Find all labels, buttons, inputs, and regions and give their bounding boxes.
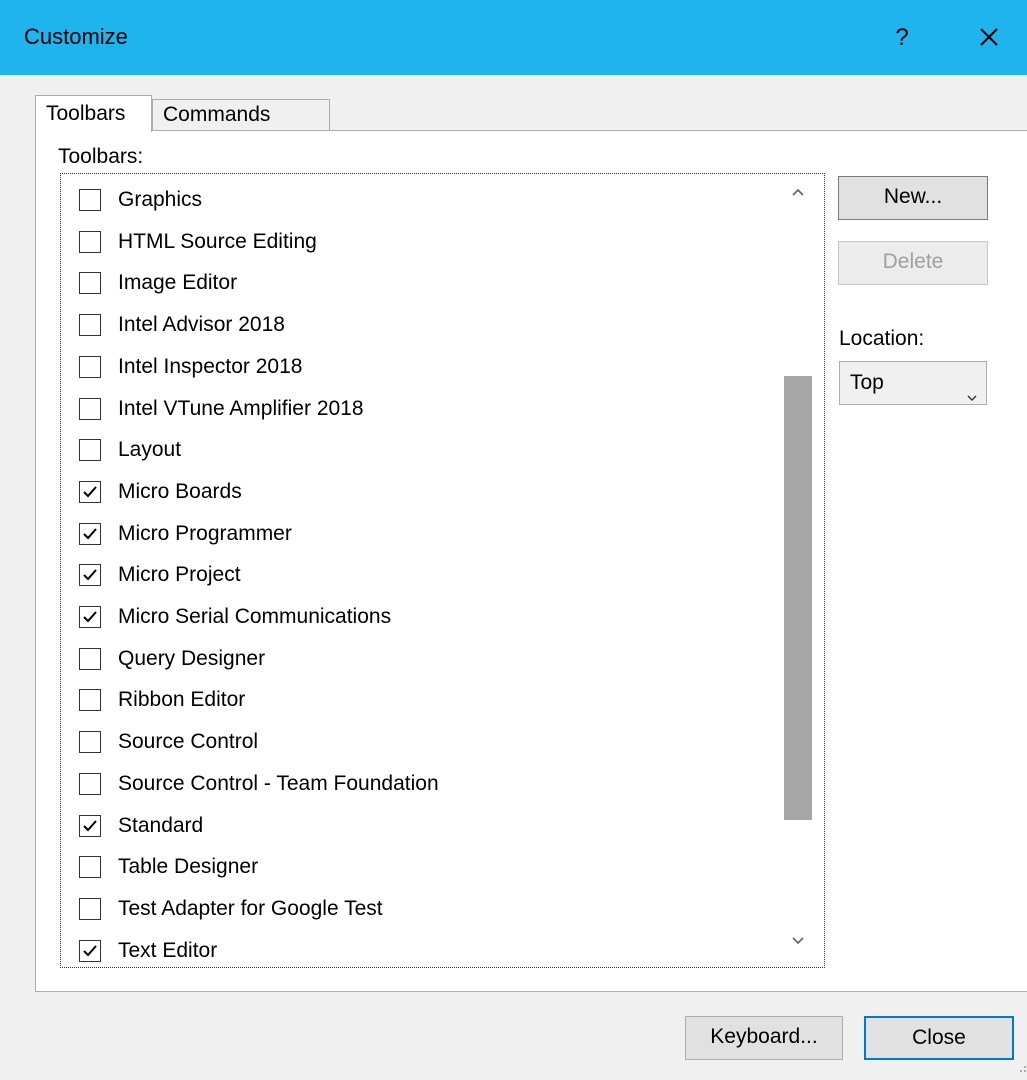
checkbox-unchecked[interactable] [79, 189, 101, 211]
checkbox-unchecked[interactable] [79, 731, 101, 754]
window-title: Customize [24, 24, 128, 49]
toolbars-list-label: Toolbars: [58, 145, 144, 168]
list-item[interactable]: Source Control [79, 721, 779, 763]
checkbox-unchecked[interactable] [79, 856, 101, 879]
delete-toolbar-button[interactable]: Delete [838, 241, 988, 285]
checkmark-icon [83, 611, 97, 623]
location-label: Location: [839, 327, 925, 350]
toolbars-listbox[interactable]: Graphics HTML Source Editing Image Editor I… [60, 173, 825, 968]
resize-grip-icon[interactable] [1017, 1062, 1027, 1080]
list-item[interactable]: Ribbon Editor [79, 679, 779, 721]
title-bar: Customize ? [0, 0, 1027, 75]
list-item[interactable]: Micro Boards [79, 471, 779, 513]
checkbox-checked[interactable] [79, 522, 101, 545]
checkbox-checked[interactable] [79, 606, 101, 628]
list-item[interactable]: Image Editor [79, 262, 779, 304]
list-item[interactable]: Test Adapter for Google Test [79, 888, 779, 930]
keyboard-button[interactable]: Keyboard... [685, 1016, 843, 1060]
list-item[interactable]: Table Designer [79, 846, 779, 888]
checkbox-checked[interactable] [79, 564, 101, 587]
new-toolbar-button[interactable]: New... [838, 176, 988, 220]
chevron-down-icon [966, 377, 978, 419]
scroll-down-arrow-icon[interactable] [780, 923, 816, 959]
help-button[interactable]: ? [880, 18, 924, 58]
checkbox-unchecked[interactable] [79, 689, 101, 712]
checkbox-unchecked[interactable] [79, 230, 101, 253]
checkmark-icon [83, 569, 97, 581]
list-item[interactable]: Intel Advisor 2018 [79, 304, 779, 346]
list-item-label: Graphics [118, 188, 203, 211]
scrollbar-thumb[interactable] [784, 376, 812, 820]
checkbox-unchecked[interactable] [79, 272, 101, 295]
list-item-label: Test Adapter for Google Test [118, 896, 383, 920]
list-item-label: Standard [118, 813, 204, 837]
list-item[interactable]: HTML Source Editing [79, 221, 779, 263]
checkbox-unchecked[interactable] [79, 647, 101, 670]
list-item-label: Intel Inspector 2018 [118, 354, 303, 378]
checkbox-unchecked[interactable] [79, 397, 101, 420]
list-item-label: Intel VTune Amplifier 2018 [118, 396, 364, 420]
list-item-label: Micro Project [118, 563, 241, 587]
checkbox-checked[interactable] [79, 480, 101, 503]
list-item-label: Intel Advisor 2018 [118, 313, 285, 337]
checkbox-checked[interactable] [79, 939, 101, 962]
list-item-label: Micro Boards [118, 479, 242, 503]
list-item[interactable]: Graphics [79, 179, 779, 221]
list-item[interactable]: Intel VTune Amplifier 2018 [79, 388, 779, 430]
list-item-label: Ribbon Editor [118, 688, 246, 712]
list-item-label: Table Designer [118, 855, 259, 879]
list-item[interactable]: Micro Programmer [79, 513, 779, 555]
list-item[interactable]: Micro Project [79, 554, 779, 596]
location-selected-value: Top [850, 371, 884, 394]
list-item[interactable]: Query Designer [79, 638, 779, 680]
list-item-label: Micro Programmer [118, 521, 292, 545]
tab-toolbars[interactable]: Toolbars [35, 95, 152, 132]
checkmark-icon [83, 819, 97, 831]
checkmark-icon [83, 527, 97, 540]
list-item[interactable]: Standard [79, 805, 779, 847]
list-item-label: Source Control [118, 730, 259, 754]
list-item-label: Layout [118, 438, 182, 462]
list-item[interactable]: Layout [79, 429, 779, 471]
list-item-label: Query Designer [118, 646, 266, 670]
list-item-label: Micro Serial Communications [118, 605, 392, 628]
checkbox-unchecked[interactable] [79, 355, 101, 378]
checkbox-unchecked[interactable] [79, 772, 101, 795]
checkbox-unchecked[interactable] [79, 897, 101, 920]
close-button[interactable]: Close [864, 1016, 1014, 1060]
checkmark-icon [83, 486, 97, 498]
location-select[interactable]: Top [839, 361, 987, 405]
tab-commands[interactable]: Commands [152, 99, 330, 131]
list-item[interactable]: Micro Serial Communications [79, 596, 779, 638]
list-item[interactable]: Source Control - Team Foundation [79, 763, 779, 805]
list-item[interactable]: Text Editor [79, 930, 779, 972]
list-item-label: Image Editor [118, 271, 238, 295]
list-item[interactable]: Intel Inspector 2018 [79, 346, 779, 388]
checkbox-unchecked[interactable] [79, 439, 101, 462]
list-item-label: Text Editor [118, 938, 218, 962]
list-item-label: Source Control - Team Foundation [118, 771, 439, 795]
scroll-up-arrow-icon[interactable] [780, 174, 816, 210]
checkmark-icon [83, 944, 97, 957]
close-icon[interactable] [966, 14, 1012, 60]
checkbox-unchecked[interactable] [79, 314, 101, 337]
vertical-scrollbar[interactable] [780, 174, 816, 959]
list-item-label: HTML Source Editing [118, 229, 317, 253]
checkbox-checked[interactable] [79, 814, 101, 837]
toolbars-tab-panel: Toolbars: Graphics HTML Source Editing Ima… [35, 130, 1027, 992]
